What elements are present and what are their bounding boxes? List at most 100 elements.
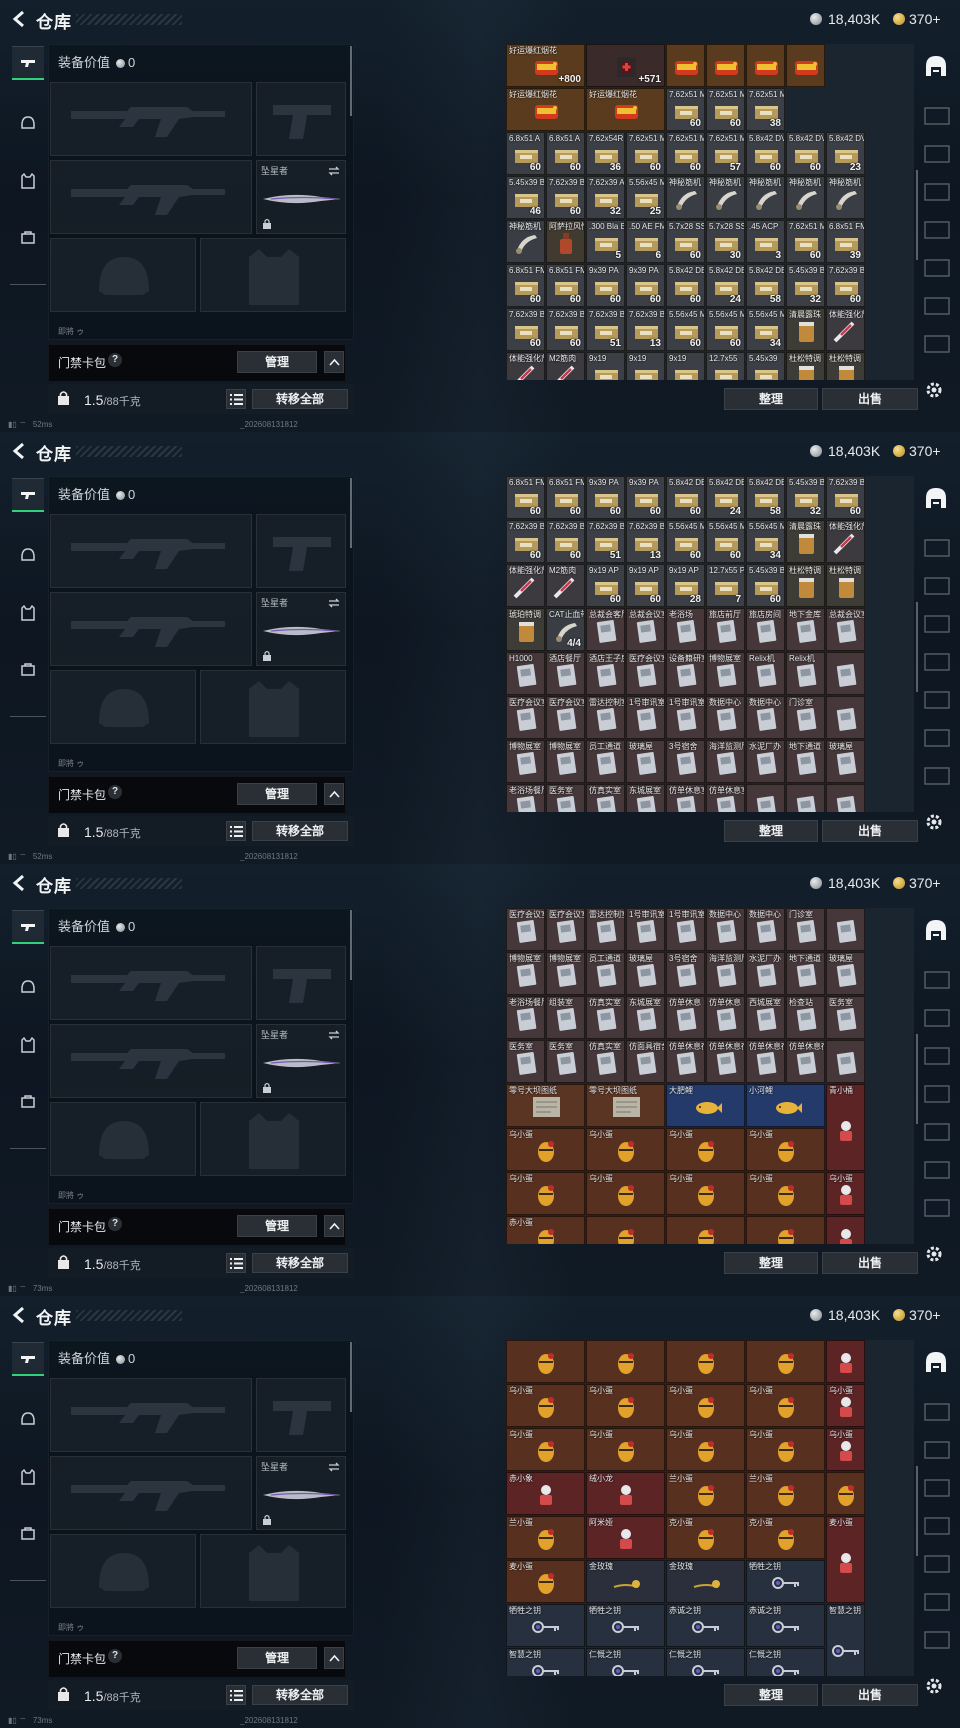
inventory-item-card[interactable]: 3号宿舍 bbox=[666, 740, 705, 783]
inventory-item-card[interactable]: 员工通道 bbox=[586, 952, 625, 995]
inventory-item-ammo[interactable]: 5.7x28 SS 30 bbox=[706, 220, 745, 263]
rail-tab-6[interactable] bbox=[922, 1158, 952, 1182]
nav-weapons[interactable] bbox=[12, 910, 44, 944]
inventory-item-ammo[interactable]: 7.62x39 B 60 bbox=[506, 520, 545, 563]
inventory-item-jar[interactable]: 清晨露珠 bbox=[786, 308, 825, 351]
inventory-item-card[interactable]: 仿面具宿舍 bbox=[626, 1040, 665, 1083]
inventory-item-figure[interactable] bbox=[826, 1340, 865, 1383]
inventory-item-egg[interactable] bbox=[666, 1340, 745, 1383]
inventory-item-card[interactable]: 地下通道 bbox=[786, 740, 825, 783]
inventory-item-jar[interactable]: 杜松特调 bbox=[786, 564, 825, 607]
inventory-item-ammo[interactable]: 12.7x55 bbox=[706, 352, 745, 380]
inventory-item-egg[interactable]: 乌小蛋 bbox=[666, 1128, 745, 1171]
sell-button[interactable]: 出售 bbox=[822, 1252, 918, 1274]
gear-icon[interactable] bbox=[924, 812, 944, 832]
inventory-item-egg[interactable]: 赤小蛋 bbox=[506, 1216, 585, 1244]
inventory-item-tool[interactable]: 神秘筋机 bbox=[826, 176, 865, 219]
nav-vest[interactable] bbox=[12, 1460, 44, 1494]
inventory-item-card[interactable]: 仿单休息室 bbox=[706, 784, 745, 812]
inventory-item-fireworks[interactable] bbox=[746, 44, 785, 87]
inventory-item-card[interactable]: 检查站 bbox=[786, 996, 825, 1039]
inventory-item-card[interactable]: 老浴场 bbox=[666, 608, 705, 651]
inventory-item-card[interactable]: 仿真实室 bbox=[586, 784, 625, 812]
inventory-item-card[interactable]: H1000 bbox=[506, 652, 545, 695]
primary-weapon-slot[interactable] bbox=[50, 1378, 252, 1452]
inventory-item-ammo[interactable]: 5.8x42 DBP10+P 60 bbox=[666, 264, 705, 307]
inventory-item-card[interactable]: 医务室 bbox=[506, 1040, 545, 1083]
inventory-item-ammo[interactable]: 5.8x42 DVC12+P 23 bbox=[826, 132, 865, 175]
rail-tab-4[interactable] bbox=[922, 1514, 952, 1538]
swap-icon[interactable] bbox=[328, 1461, 340, 1473]
warehouse-icon[interactable] bbox=[924, 486, 948, 510]
inventory-item-ammo[interactable]: 5.56x45 M 34 bbox=[746, 308, 785, 351]
inventory-item-card[interactable]: 医疗会议室 bbox=[506, 696, 545, 739]
melee-slot[interactable]: 坠星者 bbox=[256, 160, 346, 234]
inventory-item-ammo[interactable]: 9x19 AP 60 bbox=[586, 564, 625, 607]
inventory-item-egg[interactable]: 乌小蛋 bbox=[506, 1172, 585, 1215]
transfer-all-button[interactable]: 转移全部 bbox=[252, 1253, 348, 1273]
inventory-item-ammo[interactable]: 5.56x45 M 34 bbox=[746, 520, 785, 563]
melee-slot[interactable]: 坠星者 bbox=[256, 592, 346, 666]
inventory-item-card[interactable]: 设备籍研室 bbox=[666, 652, 705, 695]
primary-weapon-slot[interactable] bbox=[50, 82, 252, 156]
inventory-item-tool[interactable]: 神秘筋机 bbox=[706, 176, 745, 219]
inventory-item-card[interactable]: 仿单休息宿舍 bbox=[746, 1040, 785, 1083]
inventory-item-ammo[interactable]: 6.8x51 FM 60 bbox=[506, 476, 545, 519]
nav-weapons[interactable] bbox=[12, 1342, 44, 1376]
sort-button[interactable]: 整理 bbox=[724, 388, 818, 410]
inventory-item-egg[interactable] bbox=[586, 1340, 665, 1383]
inventory-item-card[interactable]: 旅店前厅 bbox=[706, 608, 745, 651]
inventory-item-ammo[interactable]: 5.56x45 M 60 bbox=[666, 308, 705, 351]
rail-tab-7[interactable] bbox=[922, 1196, 952, 1220]
inventory-item-tool[interactable]: CAT止血带 4/4 bbox=[546, 608, 585, 651]
inventory-item-card[interactable]: 仿单休息 bbox=[706, 996, 745, 1039]
rail-tab-1[interactable] bbox=[922, 1400, 952, 1424]
inventory-item-card[interactable]: 玻璃屋 bbox=[826, 740, 865, 783]
inventory-item-ammo[interactable]: 6.8x51 FM 60 bbox=[546, 476, 585, 519]
inventory-item-card[interactable]: 水泥厂办 bbox=[746, 952, 785, 995]
rail-tab-1[interactable] bbox=[922, 536, 952, 560]
inventory-item-egg[interactable]: 乌小蛋 bbox=[506, 1428, 585, 1471]
inventory-item-ammo[interactable]: 7.62x39 B 60 bbox=[546, 308, 585, 351]
inventory-item-card[interactable]: 仿单休息宿舍 bbox=[706, 1040, 745, 1083]
rail-tab-5[interactable] bbox=[922, 256, 952, 280]
inventory-item-egg[interactable]: 乌小蛋 bbox=[506, 1384, 585, 1427]
inventory-item-card[interactable] bbox=[826, 784, 865, 812]
inventory-item-egg[interactable]: 兰小蛋 bbox=[506, 1516, 585, 1559]
inventory-item-tool[interactable]: 神秘筋机 bbox=[666, 176, 705, 219]
inventory-item-ammo[interactable]: 5.8x42 DVC12+P 60 bbox=[746, 132, 785, 175]
inventory-item-card[interactable]: 地下通道 bbox=[786, 952, 825, 995]
inventory-item-rose[interactable]: 金玫瑰 bbox=[666, 1560, 745, 1603]
inventory-item-key[interactable]: 仁慨之钥 bbox=[586, 1648, 665, 1676]
inventory-item-ammo[interactable]: 7.62x51 M 60 bbox=[706, 88, 745, 131]
collapse-button[interactable] bbox=[324, 1647, 344, 1669]
inventory-item-card[interactable]: 博物展室 bbox=[506, 952, 545, 995]
inventory-item-rose[interactable]: 金玫瑰 bbox=[586, 1560, 665, 1603]
inventory-item-ammo[interactable]: 9x19 bbox=[586, 352, 625, 380]
inventory-item-card[interactable]: 旅店房间 bbox=[746, 608, 785, 651]
inventory-item-jar[interactable]: 杜松特调 bbox=[826, 352, 865, 380]
chevron-left-icon[interactable] bbox=[10, 873, 30, 893]
transfer-all-button[interactable]: 转移全部 bbox=[252, 389, 348, 409]
inventory-item-fireworks[interactable]: 好运爆红烟花 +800 bbox=[506, 44, 585, 87]
inventory-item-card[interactable]: 老浴场餐厅 bbox=[506, 784, 545, 812]
equipment-scrollbar[interactable] bbox=[350, 910, 352, 980]
inventory-item-syringe[interactable]: 体能强化剂 bbox=[826, 308, 865, 351]
inventory-item-card[interactable]: 酒店王子房 bbox=[586, 652, 625, 695]
rail-tab-5[interactable] bbox=[922, 1120, 952, 1144]
inventory-item-card[interactable]: 仿单休息宿舍 bbox=[666, 1040, 705, 1083]
inventory-item-ammo[interactable]: 7.62x54R B 36 bbox=[586, 132, 625, 175]
inventory-item-egg[interactable]: 乌小蛋 bbox=[746, 1128, 825, 1171]
backup-weapon-slot[interactable] bbox=[50, 160, 252, 234]
nav-weapons[interactable] bbox=[12, 46, 44, 80]
inventory-item-ammo[interactable]: 6.8x51 FMJ 39 bbox=[826, 220, 865, 263]
nav-helmet[interactable] bbox=[12, 1402, 44, 1436]
inventory-item-fireworks[interactable]: 好运爆红烟花 bbox=[586, 88, 665, 131]
inventory-item-ammo[interactable]: 9x39 PA 60 bbox=[586, 476, 625, 519]
inventory-item-ammo[interactable]: 7.62x39 B 60 bbox=[826, 476, 865, 519]
chevron-left-icon[interactable] bbox=[10, 9, 30, 29]
sell-button[interactable]: 出售 bbox=[822, 1684, 918, 1706]
inventory-item-card[interactable]: 东城展室 bbox=[626, 996, 665, 1039]
backup-weapon-slot[interactable] bbox=[50, 1024, 252, 1098]
inventory-item-card[interactable]: 门诊室 bbox=[786, 908, 825, 951]
